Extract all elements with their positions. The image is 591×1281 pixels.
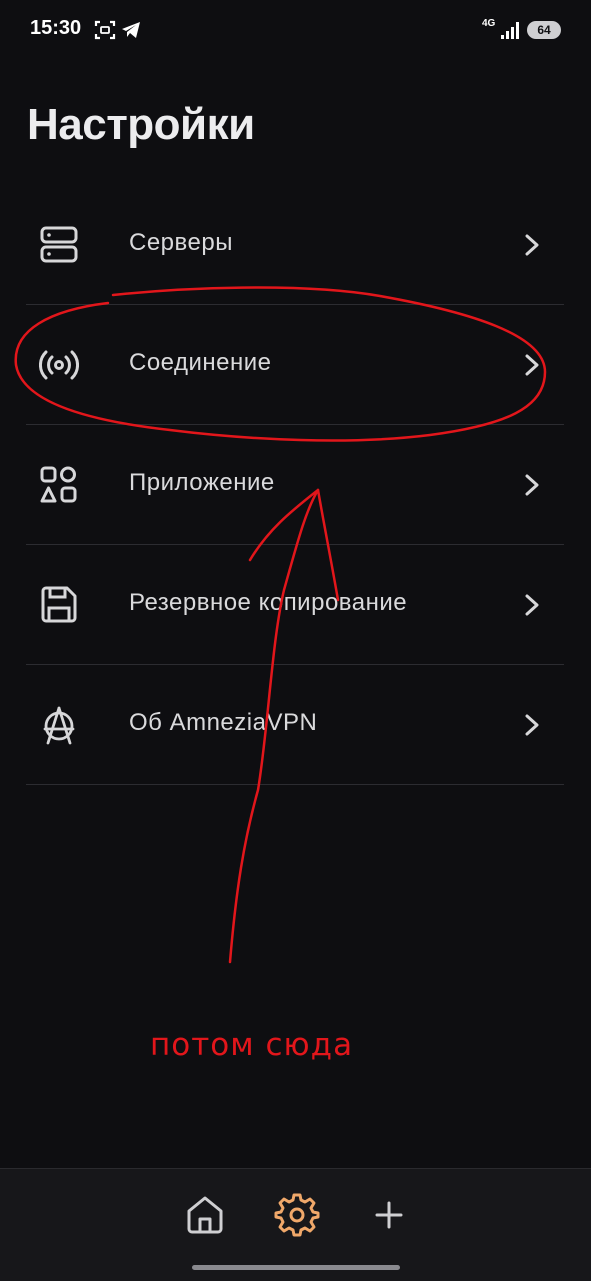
nav-home-button[interactable]: [181, 1191, 229, 1239]
plus-icon: [375, 1201, 403, 1229]
telegram-icon: [122, 22, 140, 38]
chevron-right-icon: [525, 594, 539, 616]
bottom-navigation: [0, 1168, 591, 1281]
battery-indicator: 64: [527, 21, 561, 39]
settings-item-application[interactable]: Приложение: [0, 425, 591, 545]
gear-icon: [274, 1193, 320, 1237]
settings-item-about[interactable]: Об AmneziaVPN: [0, 665, 591, 785]
divider: [26, 784, 564, 785]
annotation-text: потом сюда: [150, 1027, 354, 1063]
settings-item-connection[interactable]: Соединение: [0, 305, 591, 425]
settings-item-servers[interactable]: Серверы: [0, 185, 591, 305]
settings-item-label: Об AmneziaVPN: [129, 709, 318, 736]
connection-icon: [39, 350, 79, 380]
chevron-right-icon: [525, 474, 539, 496]
network-type-label: 4G: [482, 18, 496, 29]
status-bar: 15:30 4G 64: [0, 0, 591, 62]
amnezia-logo-icon: [43, 706, 75, 745]
status-time: 15:30: [30, 17, 82, 39]
application-icon: [40, 466, 77, 503]
chevron-right-icon: [525, 234, 539, 256]
chevron-right-icon: [525, 354, 539, 376]
settings-item-label: Резервное копирование: [129, 589, 408, 616]
home-icon: [187, 1196, 223, 1234]
signal-icon: [501, 22, 519, 39]
home-indicator[interactable]: [192, 1265, 400, 1270]
settings-item-backup[interactable]: Резервное копирование: [0, 545, 591, 665]
settings-item-label: Соединение: [129, 349, 272, 376]
chevron-right-icon: [525, 714, 539, 736]
nav-settings-button[interactable]: [273, 1191, 321, 1239]
settings-item-label: Приложение: [129, 469, 275, 496]
settings-item-label: Серверы: [129, 229, 233, 256]
screenshot-icon: [94, 20, 116, 40]
backup-icon: [41, 586, 77, 623]
page-title: Настройки: [27, 100, 255, 149]
nav-add-button[interactable]: [365, 1191, 413, 1239]
servers-icon: [40, 226, 78, 263]
